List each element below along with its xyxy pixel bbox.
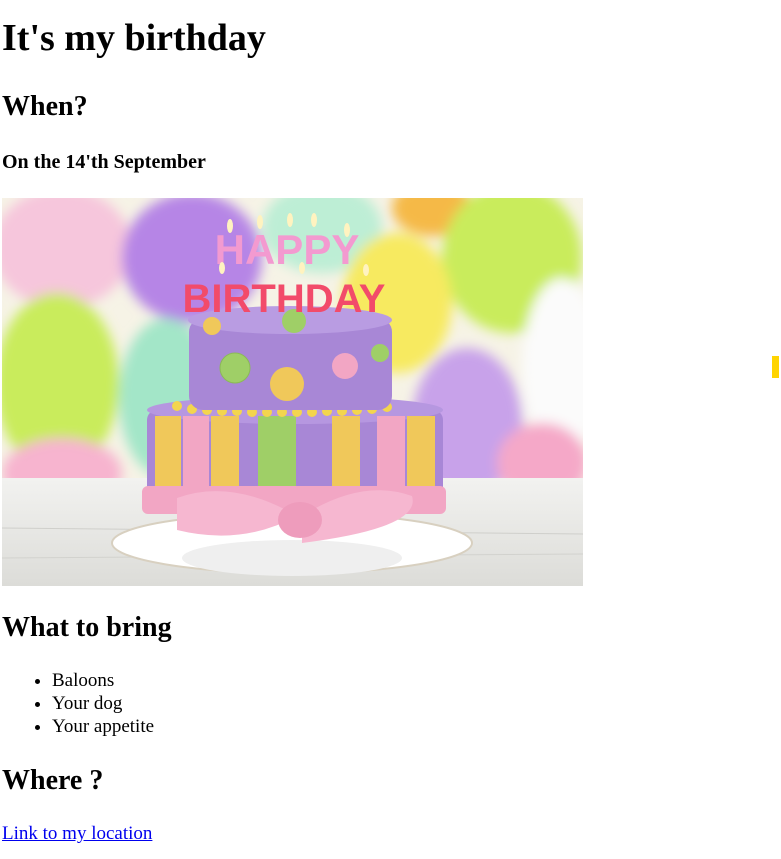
list-item: Your dog <box>52 692 154 715</box>
when-heading: When? <box>2 91 88 122</box>
bring-list: Baloons Your dog Your appetite <box>0 669 154 738</box>
page-title: It's my birthday <box>2 17 266 59</box>
where-heading: Where ? <box>2 765 104 796</box>
cake-banner-line1: HAPPY <box>215 226 360 273</box>
list-item: Baloons <box>52 669 154 692</box>
yellow-marker <box>772 356 779 378</box>
date-text: On the 14'th September <box>2 151 206 173</box>
list-item: Your appetite <box>52 715 154 738</box>
location-link[interactable]: Link to my location <box>2 822 152 845</box>
cake-banner-line2: BIRTHDAY <box>183 277 386 321</box>
what-to-bring-heading: What to bring <box>2 612 172 643</box>
birthday-cake-image: HAPPY BIRTHDAY <box>2 198 583 586</box>
